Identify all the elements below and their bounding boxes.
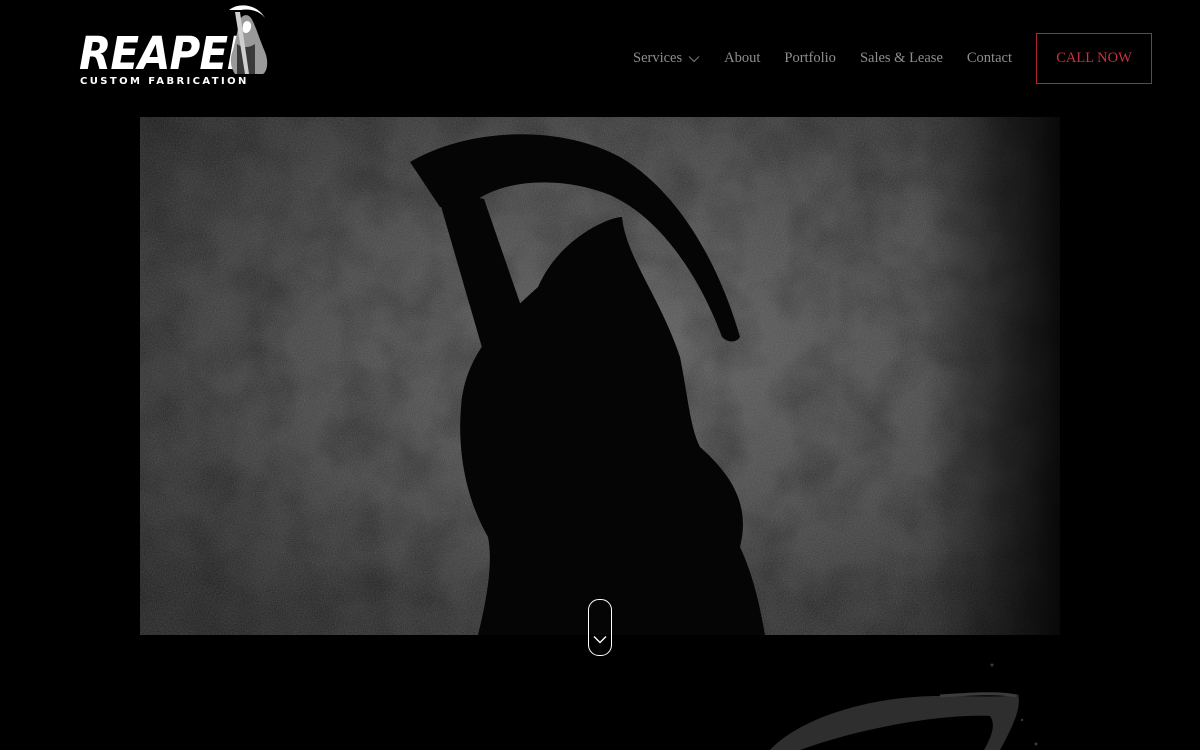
grim-reaper-icon — [229, 5, 268, 74]
hero-image — [140, 117, 1060, 635]
nav-about[interactable]: About — [724, 50, 760, 67]
scythe-illustration — [770, 663, 1038, 750]
logo-subline: CUSTOM FABRICATION — [80, 76, 249, 87]
chevron-down-icon — [593, 636, 607, 644]
nav-services-label: Services — [633, 50, 683, 66]
chevron-down-icon — [688, 55, 700, 62]
brand-logo[interactable]: REAPER CUSTOM FABRICATION — [79, 4, 275, 90]
hero-reaper-silhouette — [140, 117, 1060, 635]
main-nav: Services About Portfolio Sales & Lease C… — [633, 0, 1152, 117]
nav-sales-lease[interactable]: Sales & Lease — [860, 50, 943, 67]
site-header: REAPER CUSTOM FABRICATION Services About… — [0, 0, 1200, 117]
nav-services[interactable]: Services — [633, 50, 700, 67]
nav-contact[interactable]: Contact — [967, 50, 1012, 67]
call-now-button[interactable]: CALL NOW — [1036, 33, 1152, 84]
nav-portfolio[interactable]: Portfolio — [784, 50, 836, 67]
scroll-down-button[interactable] — [588, 599, 612, 656]
